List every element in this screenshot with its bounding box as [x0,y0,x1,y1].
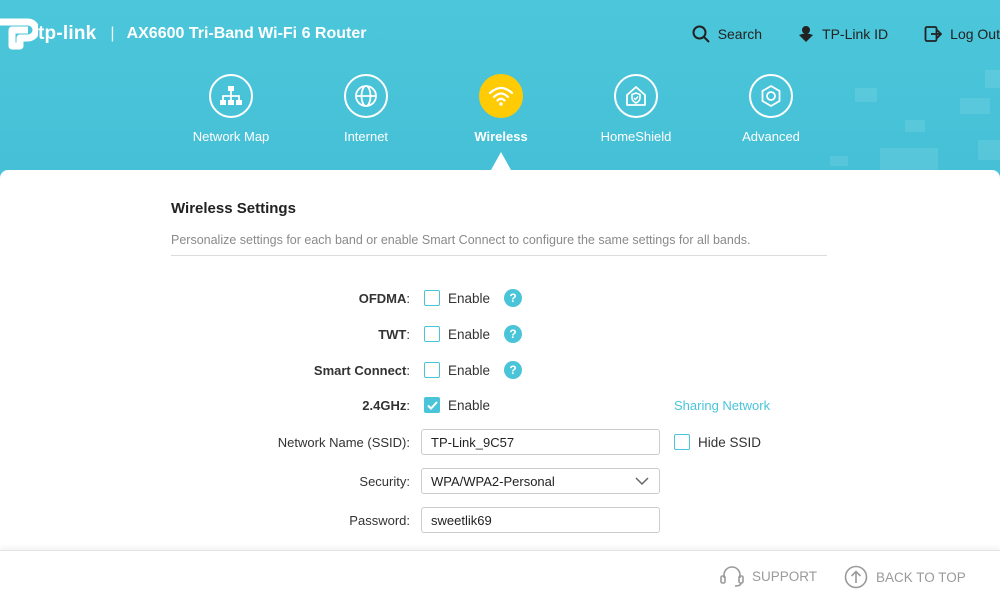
band-24ghz-label: 2.4GHz: [362,397,410,413]
nav-label: Wireless [474,129,528,144]
ssid-input[interactable]: TP-Link_9C57 [421,429,660,455]
band-24ghz-enable-label[interactable]: Enable [448,398,490,413]
nav-label: Internet [343,129,389,144]
wifi-icon [488,86,514,106]
headset-icon [720,566,744,587]
main-nav: Network Map Internet Wireless HomeShield… [0,74,1000,164]
globe-icon [355,85,377,107]
footer: SUPPORT BACK TO TOP [0,550,1000,600]
nav-network-map[interactable]: Network Map [171,74,291,144]
top-actions: Search TP-Link ID Log Out [656,22,1000,46]
twt-row: TWT: Enable ? [0,321,1000,347]
smart-connect-label: Smart Connect: [313,362,410,378]
chevron-down-icon [635,477,649,486]
arrow-up-circle-icon [844,565,868,589]
nav-wireless[interactable]: Wireless [441,74,561,144]
nav-homeshield[interactable]: HomeShield [576,74,696,144]
ofdma-enable-label[interactable]: Enable [448,291,490,306]
search-label: Search [717,26,763,42]
security-select[interactable]: WPA/WPA2-Personal [421,468,660,494]
twt-label: TWT: [378,326,410,342]
password-input[interactable]: sweetlik69 [421,507,660,533]
section-description: Personalize settings for each band or en… [171,233,751,247]
logout-button[interactable]: Log Out [924,25,1000,43]
ofdma-help-icon[interactable]: ? [504,289,523,307]
nav-advanced[interactable]: Advanced [711,74,831,144]
security-label: Security: [359,473,410,489]
ssid-row: Network Name (SSID): TP-Link_9C57 Hide S… [0,429,1000,455]
active-nav-indicator [491,152,511,170]
smart-connect-enable-label[interactable]: Enable [448,363,490,378]
wireless-settings-panel: Wireless Settings Personalize settings f… [0,170,1000,550]
home-shield-icon [626,86,646,106]
search-button[interactable]: Search [692,25,762,43]
logo-text: tp-link [38,23,97,44]
section-title: Wireless Settings [171,200,296,217]
password-row: Password: sweetlik69 [0,507,1000,533]
band-24ghz-checkbox[interactable] [424,397,440,413]
twt-help-icon[interactable]: ? [504,325,523,343]
twt-enable-label[interactable]: Enable [448,327,490,342]
hide-ssid-label[interactable]: Hide SSID [698,435,761,450]
ssid-label: Network Name (SSID): [277,434,410,450]
hide-ssid-checkbox[interactable] [674,434,690,450]
header: tp-link | AX6600 Tri-Band Wi-Fi 6 Router… [0,0,1000,170]
ofdma-checkbox[interactable] [424,290,440,306]
tplink-id-label: TP-Link ID [822,26,889,42]
password-label: Password: [349,512,410,528]
header-separator: | [110,25,115,42]
tplink-logo-icon [0,16,40,52]
support-label: SUPPORT [752,568,818,584]
smart-connect-checkbox[interactable] [424,362,440,378]
twt-checkbox[interactable] [424,326,440,342]
support-button[interactable]: SUPPORT [720,565,817,587]
back-to-top-button[interactable]: BACK TO TOP [844,565,966,589]
network-map-icon [220,86,242,105]
user-id-icon [799,26,814,42]
ofdma-label: OFDMA: [358,290,410,306]
nav-internet[interactable]: Internet [306,74,426,144]
nav-label: HomeShield [600,129,672,144]
smart-connect-help-icon[interactable]: ? [504,361,523,379]
checkmark-icon [426,400,438,410]
back-to-top-label: BACK TO TOP [876,569,966,585]
sharing-network-link[interactable]: Sharing Network [674,398,770,413]
tplink-logo[interactable]: tp-link | AX6600 Tri-Band Wi-Fi 6 Router [0,16,366,52]
search-icon [692,25,710,43]
logout-label: Log Out [950,26,1000,42]
router-model: AX6600 Tri-Band Wi-Fi 6 Router [126,25,367,42]
nav-label: Advanced [742,129,800,144]
smart-connect-row: Smart Connect: Enable ? [0,357,1000,383]
logout-icon [924,26,943,42]
band-24ghz-row: 2.4GHz: Enable Sharing Network [0,392,1000,418]
tplink-id-button[interactable]: TP-Link ID [798,25,888,43]
ofdma-row: OFDMA: Enable ? [0,285,1000,311]
gear-icon [761,84,781,108]
nav-label: Network Map [192,129,270,144]
section-divider [171,255,827,256]
security-row: Security: WPA/WPA2-Personal [0,468,1000,494]
